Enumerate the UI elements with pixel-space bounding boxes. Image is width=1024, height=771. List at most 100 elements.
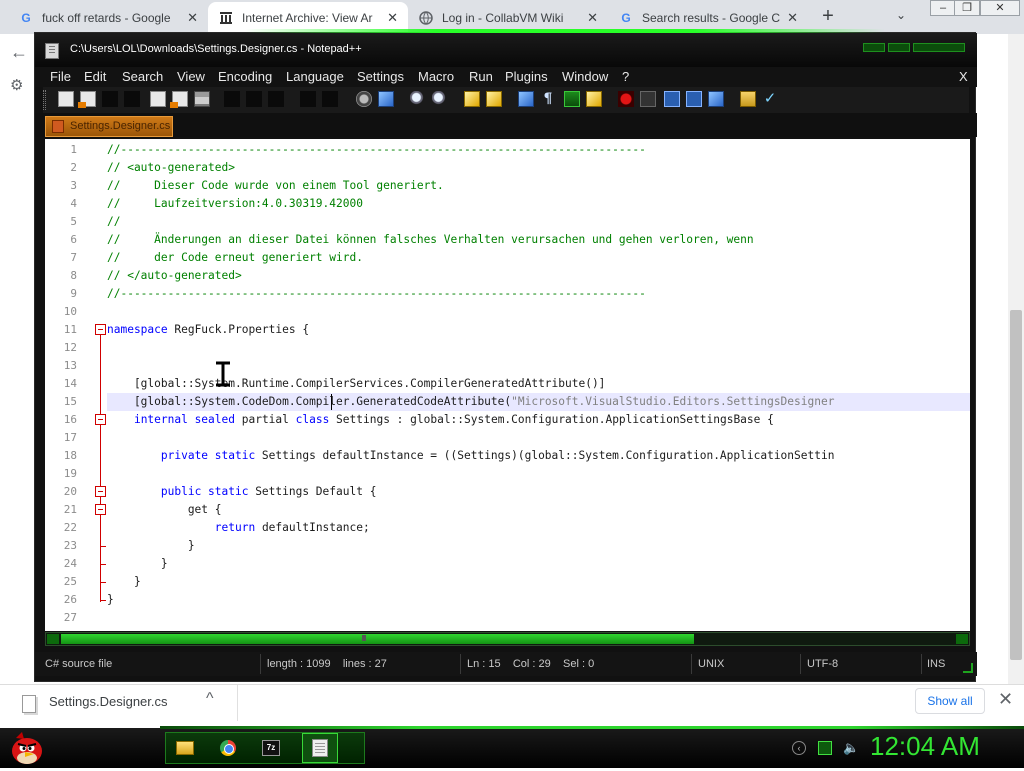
7zip-icon[interactable]: 7z bbox=[256, 733, 286, 763]
zoom-out-icon[interactable] bbox=[432, 91, 448, 107]
close-window-button[interactable]: ✕ bbox=[980, 0, 1020, 16]
menu-file[interactable]: File bbox=[50, 67, 71, 87]
start-button-angry-bird-icon[interactable] bbox=[10, 730, 44, 766]
code-line[interactable]: // </auto-generated> bbox=[107, 267, 242, 285]
menu-plugins[interactable]: Plugins bbox=[505, 67, 548, 87]
clock[interactable]: 12:04 AM bbox=[870, 731, 1000, 762]
save-all-icon[interactable] bbox=[124, 91, 140, 107]
chrome-icon[interactable] bbox=[213, 733, 243, 763]
new-file-icon[interactable] bbox=[58, 91, 74, 107]
code-line[interactable]: return defaultInstance; bbox=[107, 519, 370, 537]
undo-icon[interactable] bbox=[300, 91, 316, 107]
code-line[interactable]: //--------------------------------------… bbox=[107, 141, 646, 159]
code-line[interactable]: // Laufzeitversion:4.0.30319.42000 bbox=[107, 195, 363, 213]
minimize-button[interactable]: – bbox=[930, 0, 956, 16]
toolbar-grip[interactable] bbox=[43, 90, 46, 110]
volume-icon[interactable]: 🔈 bbox=[843, 741, 859, 755]
save-macro-icon[interactable] bbox=[708, 91, 724, 107]
horizontal-scroll-thumb[interactable] bbox=[61, 634, 694, 644]
code-line[interactable]: get { bbox=[107, 501, 222, 519]
scroll-left-button[interactable] bbox=[47, 634, 59, 644]
fold-toggle-icon[interactable] bbox=[95, 504, 106, 515]
menu-edit[interactable]: Edit bbox=[84, 67, 106, 87]
fold-toggle-icon[interactable] bbox=[95, 414, 106, 425]
open-file-icon[interactable] bbox=[78, 91, 96, 108]
menu-search[interactable]: Search bbox=[122, 67, 163, 87]
menu-settings[interactable]: Settings bbox=[357, 67, 404, 87]
stop-macro-icon[interactable] bbox=[640, 91, 656, 107]
code-line[interactable]: private static Settings defaultInstance … bbox=[107, 447, 835, 465]
tab-close-icon[interactable]: ✕ bbox=[187, 10, 198, 26]
close-shelf-icon[interactable]: ✕ bbox=[998, 689, 1013, 710]
show-all-button[interactable]: Show all bbox=[915, 688, 985, 714]
minimize-button[interactable] bbox=[863, 43, 885, 52]
page-scrollbar-thumb[interactable] bbox=[1010, 310, 1022, 660]
file-explorer-icon[interactable] bbox=[170, 733, 200, 763]
new-tab-button[interactable]: + bbox=[818, 6, 838, 26]
tab-close-icon[interactable]: ✕ bbox=[587, 10, 598, 26]
play-macro-icon[interactable] bbox=[664, 91, 680, 107]
back-arrow-icon[interactable]: ← bbox=[10, 42, 28, 63]
code-line[interactable]: [global::System.Runtime.CompilerServices… bbox=[107, 375, 606, 393]
code-line[interactable]: } bbox=[107, 555, 168, 573]
cut-icon[interactable] bbox=[224, 91, 240, 107]
replace-icon[interactable] bbox=[378, 91, 394, 107]
horizontal-scrollbar[interactable] bbox=[45, 632, 970, 646]
code-line[interactable]: } bbox=[107, 537, 195, 555]
code-line[interactable]: // Änderungen an dieser Datei können fal… bbox=[107, 231, 754, 249]
menu-run[interactable]: Run bbox=[469, 67, 493, 87]
show-all-chars-icon[interactable]: ¶ bbox=[540, 91, 556, 107]
doc-map-icon[interactable] bbox=[586, 91, 602, 107]
code-line[interactable]: namespace RegFuck.Properties { bbox=[107, 321, 309, 339]
menu-language[interactable]: Language bbox=[286, 67, 344, 87]
resize-grip[interactable] bbox=[963, 663, 973, 673]
menu-encoding[interactable]: Encoding bbox=[218, 67, 272, 87]
code-line[interactable]: internal sealed partial class Settings :… bbox=[107, 411, 774, 429]
run-macro-multiple-icon[interactable] bbox=[686, 91, 702, 107]
tab-close-icon[interactable]: ✕ bbox=[787, 10, 798, 26]
download-file-name[interactable]: Settings.Designer.cs bbox=[49, 694, 168, 709]
zoom-in-icon[interactable] bbox=[410, 91, 426, 107]
code-line[interactable]: } bbox=[107, 573, 141, 591]
chevron-up-icon[interactable]: ^ bbox=[206, 690, 214, 708]
network-icon[interactable] bbox=[818, 741, 832, 755]
tab-close-icon[interactable]: ✕ bbox=[387, 10, 398, 26]
maximize-button[interactable]: ❐ bbox=[954, 0, 980, 16]
print-icon[interactable] bbox=[194, 91, 210, 107]
code-line[interactable]: // der Code erneut generiert wird. bbox=[107, 249, 363, 267]
extension-icon[interactable]: ⚙ bbox=[10, 76, 23, 94]
maximize-button[interactable] bbox=[888, 43, 910, 52]
fold-toggle-icon[interactable] bbox=[95, 324, 106, 335]
paste-icon[interactable] bbox=[268, 91, 284, 107]
menu-window[interactable]: Window bbox=[562, 67, 608, 87]
close-icon[interactable] bbox=[150, 91, 166, 107]
fold-toggle-icon[interactable] bbox=[95, 486, 106, 497]
code-area[interactable]: //--------------------------------------… bbox=[107, 139, 970, 631]
redo-icon[interactable] bbox=[322, 91, 338, 107]
code-line[interactable]: // <auto-generated> bbox=[107, 159, 235, 177]
indent-guide-icon[interactable] bbox=[564, 91, 580, 107]
tray-overflow-icon[interactable]: ‹ bbox=[792, 741, 806, 755]
close-button[interactable] bbox=[913, 43, 965, 52]
code-editor[interactable]: 1 2 3 4 5 6 7 8 9 10 11 12 13 14 15 16 17 18 19 20 21 22 23 24 2… bbox=[45, 137, 970, 631]
title-bar[interactable]: C:\Users\LOL\Downloads\Settings.Designer… bbox=[35, 33, 977, 67]
word-wrap-icon[interactable] bbox=[518, 91, 534, 107]
copy-icon[interactable] bbox=[246, 91, 262, 107]
sync-h-icon[interactable] bbox=[486, 91, 502, 107]
browser-tab-1[interactable]: G fuck off retards - Google ✕ bbox=[8, 2, 208, 34]
code-line[interactable]: // bbox=[107, 213, 120, 231]
doc-tab-settings-designer[interactable]: Settings.Designer.cs bbox=[45, 116, 173, 137]
code-line[interactable]: [global::System.CodeDom.Compiler.Generat… bbox=[107, 393, 970, 411]
save-icon[interactable] bbox=[102, 91, 118, 107]
sync-v-icon[interactable] bbox=[464, 91, 480, 107]
scroll-right-button[interactable] bbox=[956, 634, 968, 644]
code-line[interactable]: //--------------------------------------… bbox=[107, 285, 646, 303]
record-macro-icon[interactable] bbox=[618, 91, 634, 107]
menu-close-doc[interactable]: X bbox=[959, 67, 968, 87]
menu-view[interactable]: View bbox=[177, 67, 205, 87]
menu-help[interactable]: ? bbox=[622, 67, 629, 87]
menu-macro[interactable]: Macro bbox=[418, 67, 454, 87]
code-line[interactable]: public static Settings Default { bbox=[107, 483, 377, 501]
find-icon[interactable] bbox=[356, 91, 372, 107]
spellcheck-icon[interactable]: ✓ bbox=[762, 91, 778, 107]
